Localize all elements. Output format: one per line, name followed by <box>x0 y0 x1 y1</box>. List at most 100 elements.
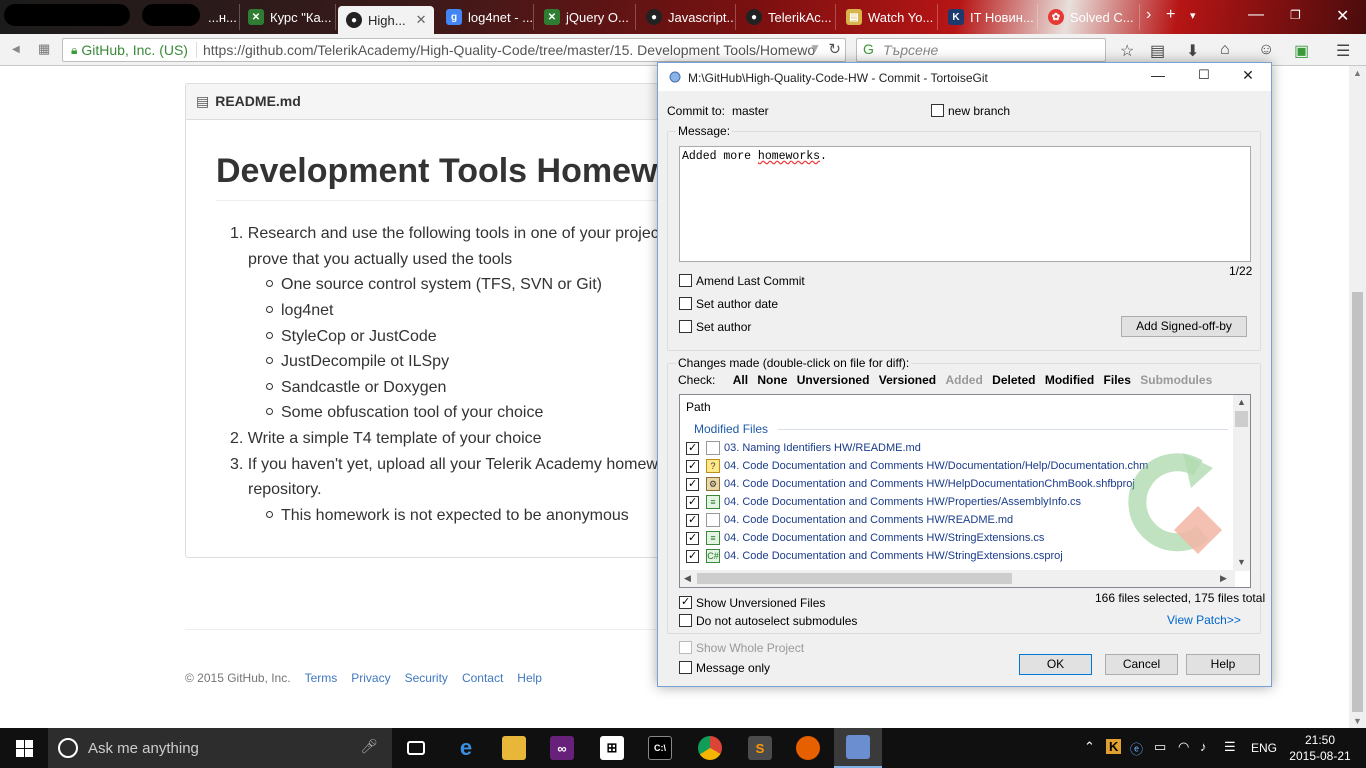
footer-link-help[interactable]: Help <box>517 671 542 685</box>
amend-checkbox[interactable]: Amend Last Commit <box>679 274 805 288</box>
show-whole-project-checkbox[interactable]: Show Whole Project <box>679 641 804 655</box>
scroll-down-icon[interactable]: ▼ <box>1353 716 1362 726</box>
tab-8[interactable]: K IT Новин... <box>940 4 1038 30</box>
minimize-icon[interactable]: — <box>1248 6 1264 24</box>
page-scrollbar[interactable]: ▲ ▼ <box>1349 66 1366 728</box>
tab-3[interactable]: g log4net - ... <box>438 4 534 30</box>
help-button[interactable]: Help <box>1186 654 1260 675</box>
maximize-icon[interactable]: ☐ <box>1190 67 1218 83</box>
scroll-left-icon[interactable]: ◀ <box>684 573 691 584</box>
new-branch-checkbox[interactable]: new branch <box>931 104 1010 118</box>
store-app[interactable]: ⊞ <box>588 728 636 768</box>
tab-close-icon[interactable]: ✕ <box>416 12 427 28</box>
list-vertical-scrollbar[interactable]: ▲ ▼ <box>1233 395 1250 571</box>
checkbox[interactable] <box>931 104 944 117</box>
filter-files[interactable]: Files <box>1104 373 1131 387</box>
search-input[interactable]: G Търсене <box>856 38 1106 62</box>
start-button[interactable] <box>0 728 48 768</box>
tab-0[interactable]: ...н... <box>200 4 240 30</box>
menu-icon[interactable]: ☰ <box>1336 41 1350 61</box>
smiley-icon[interactable]: ☺ <box>1258 41 1274 59</box>
task-view-button[interactable] <box>392 728 440 768</box>
commit-message-input[interactable]: Added more homeworks. <box>679 146 1251 262</box>
close-icon[interactable]: ✕ <box>1234 67 1262 84</box>
checkbox-checked[interactable] <box>686 531 699 545</box>
filter-deleted[interactable]: Deleted <box>992 373 1035 387</box>
tab-github-active[interactable]: ● High... ✕ <box>338 6 434 34</box>
checkbox-checked[interactable] <box>686 477 699 491</box>
dialog-title-bar[interactable]: M:\GitHub\High-Quality-Code-HW - Commit … <box>658 63 1271 91</box>
sidebar-icon[interactable]: ▦ <box>38 41 50 57</box>
filter-none[interactable]: None <box>757 373 787 387</box>
list-horizontal-scrollbar[interactable]: ◀ ▶ <box>680 570 1235 587</box>
file-row[interactable]: 03. Naming Identifiers HW/README.md <box>686 439 921 457</box>
checkbox-checked[interactable] <box>679 596 692 609</box>
e-tray-icon[interactable]: ⓔ <box>1130 739 1143 758</box>
scrollbar-thumb[interactable] <box>1235 411 1248 427</box>
filter-modified[interactable]: Modified <box>1045 373 1094 387</box>
checkbox-checked[interactable] <box>686 459 699 473</box>
tab-6[interactable]: ● TelerikAc... <box>738 4 836 30</box>
checkbox-checked[interactable] <box>686 513 699 527</box>
view-patch-link[interactable]: View Patch>> <box>1167 613 1241 627</box>
scroll-up-icon[interactable]: ▲ <box>1353 68 1362 78</box>
tray-expand-icon[interactable]: ⌃ <box>1084 739 1095 755</box>
cortana-search-box[interactable]: Ask me anything 🎤︎ <box>48 728 392 768</box>
clock[interactable]: 21:50 2015-08-21 <box>1288 732 1352 764</box>
tab-overflow-icon[interactable]: › <box>1146 6 1151 24</box>
search-engine-icon[interactable]: G <box>863 41 874 57</box>
filter-submodules[interactable]: Submodules <box>1140 373 1212 387</box>
checkbox[interactable] <box>679 641 692 654</box>
sublime-app[interactable]: S <box>736 728 784 768</box>
filter-added[interactable]: Added <box>945 373 982 387</box>
checkbox[interactable] <box>679 297 692 310</box>
file-row[interactable]: ? 04. Code Documentation and Comments HW/… <box>686 457 1148 475</box>
close-window-icon[interactable]: ✕ <box>1336 6 1349 26</box>
checkbox[interactable] <box>679 614 692 627</box>
reading-list-icon[interactable]: ▤ <box>1150 41 1165 61</box>
set-author-checkbox[interactable]: Set author <box>679 320 751 334</box>
filter-unversioned[interactable]: Unversioned <box>797 373 870 387</box>
bookmark-star-icon[interactable]: ☆ <box>1120 41 1134 61</box>
checkbox[interactable] <box>679 274 692 287</box>
microphone-icon[interactable]: 🎤︎ <box>360 738 378 755</box>
minimize-icon[interactable]: — <box>1144 67 1172 83</box>
file-row[interactable]: ≡ 04. Code Documentation and Comments HW/… <box>686 529 1044 547</box>
url-dropdown-icon[interactable]: ▼ <box>809 41 821 55</box>
file-row[interactable]: ≡ 04. Code Documentation and Comments HW/… <box>686 493 1081 511</box>
ok-button[interactable]: OK <box>1019 654 1092 675</box>
tab-4[interactable]: ✕ jQuery O... <box>536 4 636 30</box>
chrome-app[interactable] <box>686 728 734 768</box>
scroll-down-icon[interactable]: ▼ <box>1237 557 1246 567</box>
site-identity[interactable]: GitHub, Inc. (US) <box>81 42 197 58</box>
path-column-header[interactable]: Path <box>686 400 711 414</box>
cmd-app[interactable]: C:\ <box>636 728 684 768</box>
tab-7[interactable]: ▤ Watch Yo... <box>838 4 938 30</box>
message-only-checkbox[interactable]: Message only <box>679 661 770 675</box>
show-unversioned-checkbox[interactable]: Show Unversioned Files <box>679 596 825 610</box>
language-indicator[interactable]: ENG <box>1251 741 1277 755</box>
home-icon[interactable]: ⌂ <box>1220 41 1230 59</box>
k-tray-icon[interactable]: K <box>1106 739 1122 754</box>
file-row[interactable]: 04. Code Documentation and Comments HW/R… <box>686 511 1013 529</box>
battery-icon[interactable]: ▭ <box>1154 739 1166 755</box>
author-date-checkbox[interactable]: Set author date <box>679 297 778 311</box>
visual-studio-app[interactable]: ∞ <box>538 728 586 768</box>
footer-link-contact[interactable]: Contact <box>462 671 503 685</box>
tab-5[interactable]: ● Javascript... <box>638 4 736 30</box>
file-explorer-app[interactable] <box>490 728 538 768</box>
notifications-icon[interactable]: ☰ <box>1224 739 1236 755</box>
tab-9[interactable]: ✿ Solved C... <box>1040 4 1140 30</box>
filter-all[interactable]: All <box>733 373 748 387</box>
no-autoselect-checkbox[interactable]: Do not autoselect submodules <box>679 614 857 628</box>
checkbox-checked[interactable] <box>686 549 699 563</box>
footer-link-security[interactable]: Security <box>405 671 448 685</box>
scrollbar-thumb[interactable] <box>1352 292 1363 712</box>
filter-versioned[interactable]: Versioned <box>879 373 936 387</box>
checkbox-checked[interactable] <box>686 441 699 455</box>
url-bar[interactable]: 🔒︎ GitHub, Inc. (US) https://github.com/… <box>62 38 846 62</box>
tab-1[interactable]: ✕ Курс "Ка... <box>240 4 336 30</box>
back-icon[interactable]: ◀ <box>12 44 20 55</box>
checkbox-checked[interactable] <box>686 495 699 509</box>
add-signed-off-button[interactable]: Add Signed-off-by <box>1121 316 1247 337</box>
